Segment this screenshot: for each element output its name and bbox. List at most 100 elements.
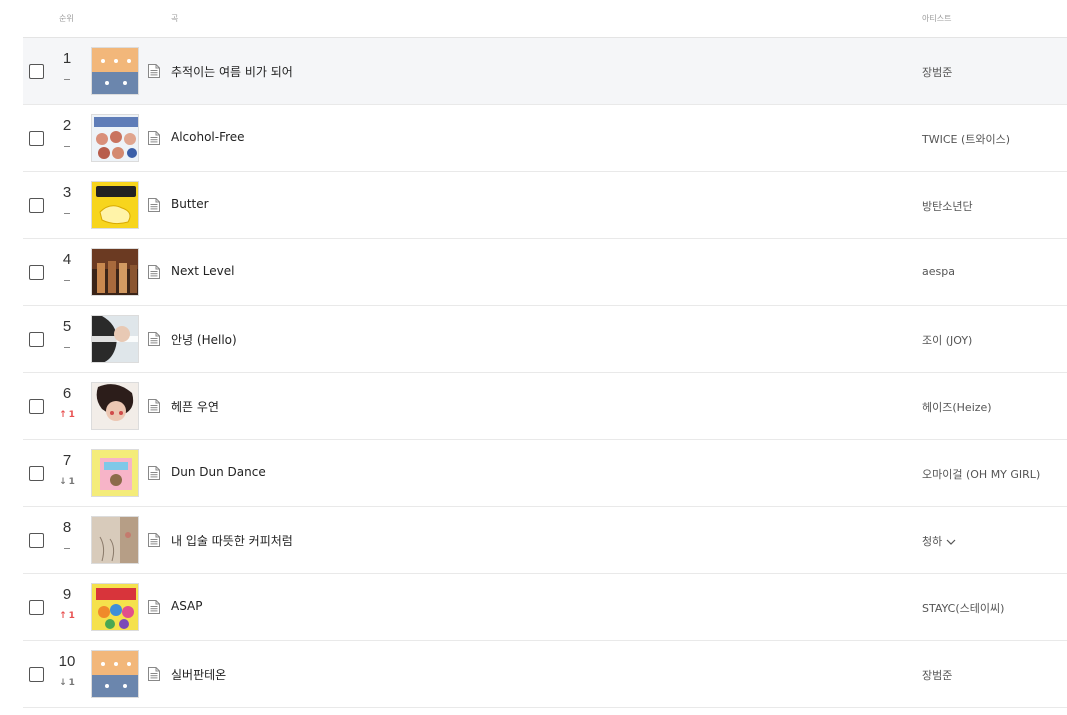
chart-row[interactable]: 4 Next Level aespa — [23, 239, 1067, 306]
chart-list: 1 추적이는 여름 비가 되어 장범준 2 Alcohol-Free TWICE… — [23, 38, 1067, 708]
artist-name[interactable]: 장범준 — [922, 667, 952, 683]
select-checkbox[interactable] — [29, 131, 44, 146]
artist-label[interactable]: 장범준 — [922, 66, 952, 79]
rank-change-value: 1 — [68, 410, 75, 420]
select-checkbox[interactable] — [29, 667, 44, 682]
artist-name[interactable]: STAYC(스테이씨) — [922, 600, 1004, 616]
lyrics-icon[interactable] — [148, 466, 160, 480]
song-title[interactable]: 내 입술 따뜻한 커피처럼 — [171, 532, 293, 549]
artist-name[interactable]: 조이 (JOY) — [922, 332, 972, 348]
lyrics-icon[interactable] — [148, 265, 160, 279]
artist-name[interactable]: 장범준 — [922, 64, 952, 80]
rom-sp-cover[interactable] — [91, 47, 139, 95]
rank-number: 2 — [62, 117, 72, 134]
taste-of-love-cover[interactable] — [91, 114, 139, 162]
rank-unchanged-icon — [47, 275, 87, 287]
song-title[interactable]: 헤픈 우연 — [171, 398, 219, 415]
rank-unchanged-icon — [47, 543, 87, 555]
artist-label[interactable]: 청하 — [922, 535, 942, 548]
rank-number: 10 — [58, 653, 76, 670]
song-title[interactable]: 추적이는 여름 비가 되어 — [171, 63, 293, 80]
artist-label[interactable]: 오마이걸 (OH MY GIRL) — [922, 468, 1040, 481]
arrow-down-icon: ↓ — [59, 678, 67, 688]
rank-number: 4 — [62, 251, 72, 268]
rank-number: 1 — [62, 50, 72, 67]
rank-number: 7 — [62, 452, 72, 469]
select-checkbox[interactable] — [29, 265, 44, 280]
lyrics-icon[interactable] — [148, 64, 160, 78]
rank-change-value: 1 — [68, 678, 75, 688]
song-column-header: 곡 — [171, 14, 179, 23]
chart-table-header: 순위 곡 아티스트 — [23, 0, 1067, 38]
artist-name[interactable]: 청하 — [922, 533, 956, 549]
artist-name[interactable]: 오마이걸 (OH MY GIRL) — [922, 466, 1040, 482]
select-checkbox[interactable] — [29, 466, 44, 481]
chart-row[interactable]: 10 ↓ 1 실버판테온 장범준 — [23, 641, 1067, 708]
rank-unchanged-icon — [47, 141, 87, 153]
next-level-cover[interactable] — [91, 248, 139, 296]
chart-row[interactable]: 7 ↓ 1 Dun Dun Dance 오마이걸 (OH MY GIRL) — [23, 440, 1067, 507]
song-title[interactable]: ASAP — [171, 599, 203, 613]
artist-label[interactable]: aespa — [922, 265, 955, 278]
artist-label[interactable]: STAYC(스테이씨) — [922, 602, 1004, 615]
arrow-up-icon: ↑ — [59, 410, 67, 420]
song-title[interactable]: Alcohol-Free — [171, 130, 245, 144]
artist-label[interactable]: 조이 (JOY) — [922, 334, 972, 347]
rank-number: 6 — [62, 385, 72, 402]
song-title[interactable]: Dun Dun Dance — [171, 465, 266, 479]
lyrics-icon[interactable] — [148, 399, 160, 413]
lyrics-icon[interactable] — [148, 131, 160, 145]
song-title[interactable]: 안녕 (Hello) — [171, 331, 237, 348]
select-checkbox[interactable] — [29, 64, 44, 79]
happen-cover[interactable] — [91, 382, 139, 430]
arrow-up-icon: ↑ — [59, 611, 67, 621]
lyrics-icon[interactable] — [148, 600, 160, 614]
rank-up-indicator: ↑ 1 — [47, 610, 87, 622]
song-title[interactable]: Next Level — [171, 264, 234, 278]
lyrics-icon[interactable] — [148, 667, 160, 681]
rank-unchanged-icon — [47, 342, 87, 354]
dear-ohmygirl-cover[interactable] — [91, 449, 139, 497]
artist-name[interactable]: aespa — [922, 265, 955, 278]
rank-change-value: 1 — [68, 611, 75, 621]
chart-row[interactable]: 8 내 입술 따뜻한 커피처럼 청하 — [23, 507, 1067, 574]
chart-row[interactable]: 5 안녕 (Hello) 조이 (JOY) — [23, 306, 1067, 373]
rank-unchanged-icon — [47, 74, 87, 86]
lyrics-icon[interactable] — [148, 332, 160, 346]
artist-name[interactable]: 헤이즈(Heize) — [922, 399, 992, 415]
rom-sp-cover[interactable] — [91, 650, 139, 698]
chevron-down-icon[interactable] — [942, 535, 956, 548]
coffee-cover[interactable] — [91, 516, 139, 564]
artist-name[interactable]: TWICE (트와이스) — [922, 131, 1010, 147]
chart-row[interactable]: 9 ↑ 1 ASAP STAYC(스테이씨) — [23, 574, 1067, 641]
select-checkbox[interactable] — [29, 399, 44, 414]
song-title[interactable]: Butter — [171, 197, 209, 211]
staytape-cover[interactable] — [91, 583, 139, 631]
chart-row[interactable]: 6 ↑ 1 헤픈 우연 헤이즈(Heize) — [23, 373, 1067, 440]
chart-row[interactable]: 2 Alcohol-Free TWICE (트와이스) — [23, 105, 1067, 172]
artist-label[interactable]: TWICE (트와이스) — [922, 133, 1010, 146]
artist-column-header: 아티스트 — [922, 14, 952, 23]
artist-name[interactable]: 방탄소년단 — [922, 198, 973, 214]
chart-row[interactable]: 3 Butter 방탄소년단 — [23, 172, 1067, 239]
select-checkbox[interactable] — [29, 198, 44, 213]
lyrics-icon[interactable] — [148, 198, 160, 212]
rank-number: 8 — [62, 519, 72, 536]
song-title[interactable]: 실버판테온 — [171, 666, 226, 683]
rank-number: 3 — [62, 184, 72, 201]
artist-label[interactable]: 헤이즈(Heize) — [922, 401, 992, 414]
rank-change-value: 1 — [68, 477, 75, 487]
select-checkbox[interactable] — [29, 600, 44, 615]
artist-label[interactable]: 방탄소년단 — [922, 200, 973, 213]
arrow-down-icon: ↓ — [59, 477, 67, 487]
butter-cover[interactable] — [91, 181, 139, 229]
select-checkbox[interactable] — [29, 332, 44, 347]
select-checkbox[interactable] — [29, 533, 44, 548]
chart-row[interactable]: 1 추적이는 여름 비가 되어 장범준 — [23, 38, 1067, 105]
artist-label[interactable]: 장범준 — [922, 669, 952, 682]
rank-down-indicator: ↓ 1 — [47, 476, 87, 488]
rank-number: 9 — [62, 586, 72, 603]
rank-number: 5 — [62, 318, 72, 335]
lyrics-icon[interactable] — [148, 533, 160, 547]
hello-cover[interactable] — [91, 315, 139, 363]
